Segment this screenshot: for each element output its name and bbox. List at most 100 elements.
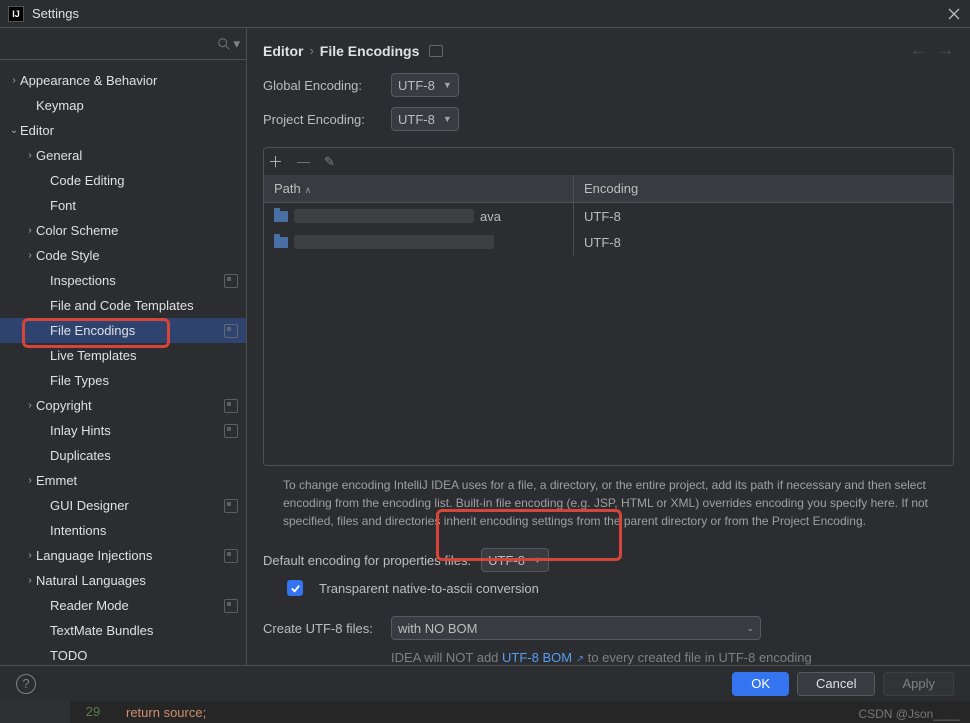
tree-item-appearance-behavior[interactable]: ›Appearance & Behavior [0, 68, 246, 93]
encodings-table: Path∧ Encoding avaUTF-8UTF-8 [263, 175, 954, 466]
tree-item-file-and-code-templates[interactable]: File and Code Templates [0, 293, 246, 318]
nav-arrows: ← → [910, 42, 954, 60]
chevron-icon: › [24, 150, 36, 161]
tree-item-gui-designer[interactable]: GUI Designer [0, 493, 246, 518]
tree-item-font[interactable]: Font [0, 193, 246, 218]
chevron-down-icon[interactable]: ▾ [233, 36, 240, 52]
breadcrumb: Editor › File Encodings ← → [247, 28, 970, 73]
breadcrumb-leaf: File Encodings [320, 43, 420, 59]
tree-item-code-style[interactable]: ›Code Style [0, 243, 246, 268]
help-icon[interactable]: ? [16, 674, 36, 694]
sort-asc-icon: ∧ [305, 185, 312, 195]
tree-item-label: Natural Languages [36, 573, 246, 588]
search-row: ▾ [0, 28, 246, 60]
tree-item-label: Reader Mode [50, 598, 224, 613]
cell-encoding: UTF-8 [574, 203, 953, 230]
help-text: To change encoding IntelliJ IDEA uses fo… [263, 466, 954, 538]
breadcrumb-root[interactable]: Editor [263, 43, 303, 59]
tree-item-live-templates[interactable]: Live Templates [0, 343, 246, 368]
folder-icon [274, 237, 288, 248]
tree-item-label: Language Injections [36, 548, 224, 563]
scope-icon [224, 549, 238, 563]
add-icon[interactable]: ＋ [268, 151, 283, 172]
tree-item-color-scheme[interactable]: ›Color Scheme [0, 218, 246, 243]
cell-encoding: UTF-8 [574, 229, 953, 256]
tree-item-copyright[interactable]: ›Copyright [0, 393, 246, 418]
bom-label: Create UTF-8 files: [263, 621, 381, 636]
tree-item-natural-languages[interactable]: ›Natural Languages [0, 568, 246, 593]
project-encoding-combo[interactable]: UTF-8▼ [391, 107, 459, 131]
tree-item-duplicates[interactable]: Duplicates [0, 443, 246, 468]
tree-item-editor[interactable]: ⌄Editor [0, 118, 246, 143]
bom-combo[interactable]: with NO BOM⌄ [391, 616, 761, 640]
tree-item-language-injections[interactable]: ›Language Injections [0, 543, 246, 568]
col-encoding[interactable]: Encoding [574, 175, 953, 202]
tree-item-label: General [36, 148, 246, 163]
tree-item-file-encodings[interactable]: File Encodings [0, 318, 246, 343]
cancel-button[interactable]: Cancel [797, 672, 875, 696]
tree-item-todo[interactable]: TODO [0, 643, 246, 665]
remove-icon[interactable]: — [297, 154, 310, 169]
code-line: return source; [116, 705, 970, 720]
chevron-icon: › [24, 225, 36, 236]
tree-item-label: Font [50, 198, 246, 213]
redacted-path [294, 209, 474, 223]
tree-item-file-types[interactable]: File Types [0, 368, 246, 393]
global-encoding-combo[interactable]: UTF-8▼ [391, 73, 459, 97]
gutter [0, 701, 70, 723]
transparent-checkbox[interactable] [287, 580, 303, 596]
settings-tree[interactable]: ›Appearance & BehaviorKeymap⌄Editor›Gene… [0, 60, 246, 665]
redacted-path [294, 235, 494, 249]
chevron-down-icon: ⌄ [746, 623, 754, 634]
chevron-icon: ⌄ [8, 125, 20, 136]
watermark: CSDN @Json____ [858, 707, 960, 721]
table-body[interactable]: avaUTF-8UTF-8 [264, 203, 953, 465]
editor-strip: 29 return source; [0, 701, 970, 723]
tree-item-label: Live Templates [50, 348, 246, 363]
tree-item-label: Code Editing [50, 173, 246, 188]
external-link-icon: ↗ [576, 654, 584, 665]
tree-item-inspections[interactable]: Inspections [0, 268, 246, 293]
chevron-down-icon: ▼ [443, 80, 452, 90]
back-icon[interactable]: ← [910, 42, 926, 60]
tree-item-reader-mode[interactable]: Reader Mode [0, 593, 246, 618]
tree-item-intentions[interactable]: Intentions [0, 518, 246, 543]
bom-hint: IDEA will NOT add UTF-8 BOM ↗ to every c… [391, 650, 954, 665]
chevron-right-icon: › [309, 43, 313, 58]
forward-icon[interactable]: → [938, 42, 954, 60]
apply-button: Apply [883, 672, 954, 696]
tree-item-general[interactable]: ›General [0, 143, 246, 168]
chevron-icon: › [8, 75, 20, 86]
tree-item-keymap[interactable]: Keymap [0, 93, 246, 118]
col-path[interactable]: Path∧ [264, 175, 574, 202]
tree-item-label: Color Scheme [36, 223, 246, 238]
tree-item-label: Emmet [36, 473, 246, 488]
dialog-footer: ? OK Cancel Apply [0, 665, 970, 701]
ok-button[interactable]: OK [732, 672, 789, 696]
close-icon[interactable] [946, 6, 962, 22]
chevron-icon: › [24, 550, 36, 561]
search-input[interactable] [6, 34, 213, 53]
tree-item-label: Appearance & Behavior [20, 73, 246, 88]
tree-item-code-editing[interactable]: Code Editing [0, 168, 246, 193]
reset-icon[interactable] [429, 45, 443, 57]
tree-item-emmet[interactable]: ›Emmet [0, 468, 246, 493]
tree-item-label: File Types [50, 373, 246, 388]
table-row[interactable]: avaUTF-8 [264, 203, 953, 229]
cell-path: ava [264, 203, 574, 230]
chevron-down-icon: ▼ [533, 555, 542, 565]
line-number: 29 [70, 701, 116, 723]
tree-item-textmate-bundles[interactable]: TextMate Bundles [0, 618, 246, 643]
properties-encoding-combo[interactable]: UTF-8▼ [481, 548, 549, 572]
table-header: Path∧ Encoding [264, 175, 953, 203]
tree-item-label: File Encodings [50, 323, 224, 338]
chevron-icon: › [24, 400, 36, 411]
edit-icon[interactable]: ✎ [324, 154, 335, 170]
scope-icon [224, 424, 238, 438]
tree-item-inlay-hints[interactable]: Inlay Hints [0, 418, 246, 443]
tree-item-label: File and Code Templates [50, 298, 246, 313]
chevron-icon: › [24, 250, 36, 261]
table-row[interactable]: UTF-8 [264, 229, 953, 255]
app-icon: IJ [8, 6, 24, 22]
utf8-bom-link[interactable]: UTF-8 BOM ↗ [502, 650, 584, 665]
